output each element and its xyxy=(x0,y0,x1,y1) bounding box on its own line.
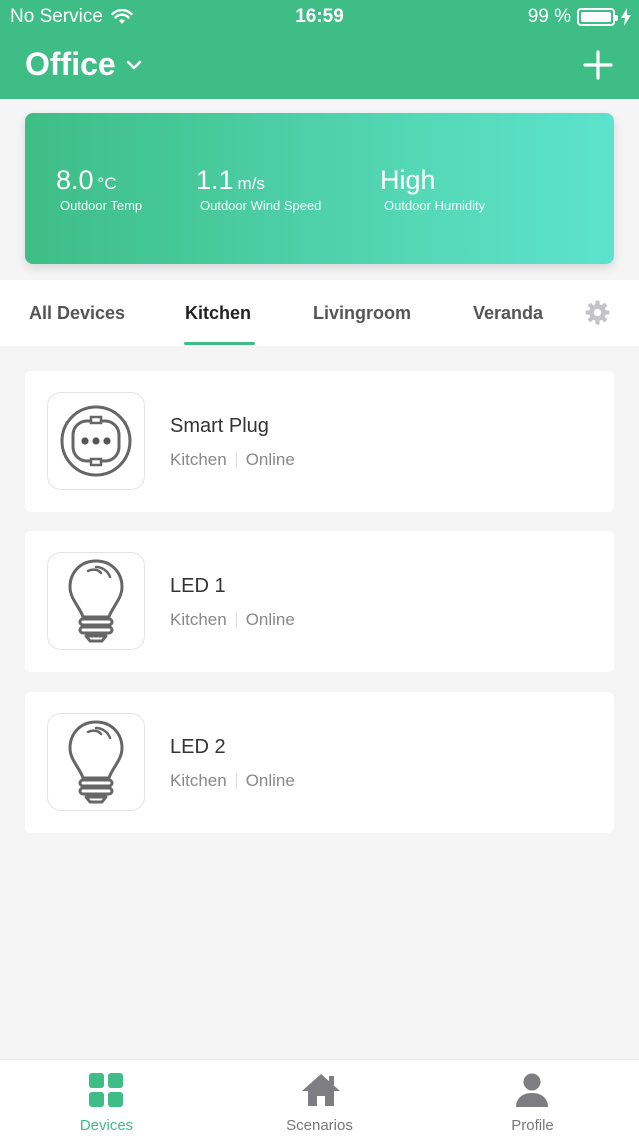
device-meta: Kitchen Online xyxy=(170,610,295,630)
wind-value: 1.1 xyxy=(196,165,234,195)
smart-plug-icon xyxy=(60,405,132,477)
weather-card: 8.0 °C Outdoor Temp 1.1 m/s Outdoor Wind S… xyxy=(25,113,614,264)
battery-percent: 99 % xyxy=(527,6,571,27)
tab-livingroom[interactable]: Livingroom xyxy=(313,303,411,324)
device-room: Kitchen xyxy=(170,610,227,629)
battery-fill xyxy=(581,12,611,22)
tab-all-devices[interactable]: All Devices xyxy=(29,303,125,324)
device-status: Online xyxy=(245,771,295,790)
charging-icon xyxy=(621,8,631,26)
app-header: No Service 16:59 99 % Office xyxy=(0,0,639,99)
temp-unit: °C xyxy=(97,174,117,193)
device-name: Smart Plug xyxy=(170,415,269,437)
room-tabs: All Devices Kitchen Livingroom Veranda xyxy=(0,280,639,346)
person-icon xyxy=(516,1073,548,1107)
tab-veranda[interactable]: Veranda xyxy=(473,303,543,324)
meta-divider xyxy=(235,452,237,468)
device-icon-box xyxy=(47,392,145,490)
device-card-smart-plug[interactable]: Smart Plug Kitchen Online xyxy=(25,371,614,512)
humidity-value: High xyxy=(380,165,436,195)
grid-icon xyxy=(89,1073,123,1107)
device-card-led-1[interactable]: LED 1 Kitchen Online xyxy=(25,531,614,672)
device-card-led-2[interactable]: LED 2 Kitchen Online xyxy=(25,692,614,833)
status-bar: No Service 16:59 99 % xyxy=(0,0,639,34)
humidity-label: Outdoor Humidity xyxy=(384,198,486,213)
bottom-tab-bar: Devices Scenarios Profile xyxy=(0,1059,639,1136)
light-bulb-icon xyxy=(68,720,124,804)
device-status: Online xyxy=(245,610,295,629)
tab-bar-devices[interactable]: Devices xyxy=(0,1060,213,1136)
tab-bar-profile[interactable]: Profile xyxy=(426,1060,639,1136)
device-icon-box xyxy=(47,552,145,650)
tab-bar-scenarios[interactable]: Scenarios xyxy=(213,1060,426,1136)
wind-unit: m/s xyxy=(237,174,265,193)
device-room: Kitchen xyxy=(170,450,227,469)
active-tab-indicator xyxy=(184,342,255,345)
device-room: Kitchen xyxy=(170,771,227,790)
location-selector[interactable]: Office xyxy=(25,46,142,83)
gear-icon[interactable] xyxy=(585,300,610,325)
meta-divider xyxy=(235,612,237,628)
status-right: 99 % xyxy=(528,6,631,28)
device-name: LED 1 xyxy=(170,575,226,597)
home-icon xyxy=(302,1074,340,1106)
device-name: LED 2 xyxy=(170,736,226,758)
battery-icon xyxy=(577,8,618,26)
meta-divider xyxy=(235,773,237,789)
plus-icon[interactable] xyxy=(583,50,613,80)
outdoor-wind-speed: 1.1 m/s Outdoor Wind Speed xyxy=(196,165,321,213)
temp-label: Outdoor Temp xyxy=(60,198,143,213)
light-bulb-icon xyxy=(68,559,124,643)
tab-bar-label: Profile xyxy=(511,1117,554,1134)
device-icon-box xyxy=(47,713,145,811)
chevron-down-icon xyxy=(126,60,141,69)
device-meta: Kitchen Online xyxy=(170,450,295,470)
tab-kitchen[interactable]: Kitchen xyxy=(185,303,251,324)
temp-value: 8.0 xyxy=(56,165,94,195)
device-meta: Kitchen Online xyxy=(170,771,295,791)
page-title: Office xyxy=(25,46,116,82)
tab-bar-label: Devices xyxy=(79,1117,134,1134)
outdoor-humidity: High Outdoor Humidity xyxy=(380,165,485,213)
wind-label: Outdoor Wind Speed xyxy=(200,198,322,213)
outdoor-temp: 8.0 °C Outdoor Temp xyxy=(56,165,142,213)
tab-bar-label: Scenarios xyxy=(286,1117,353,1134)
device-status: Online xyxy=(245,450,295,469)
